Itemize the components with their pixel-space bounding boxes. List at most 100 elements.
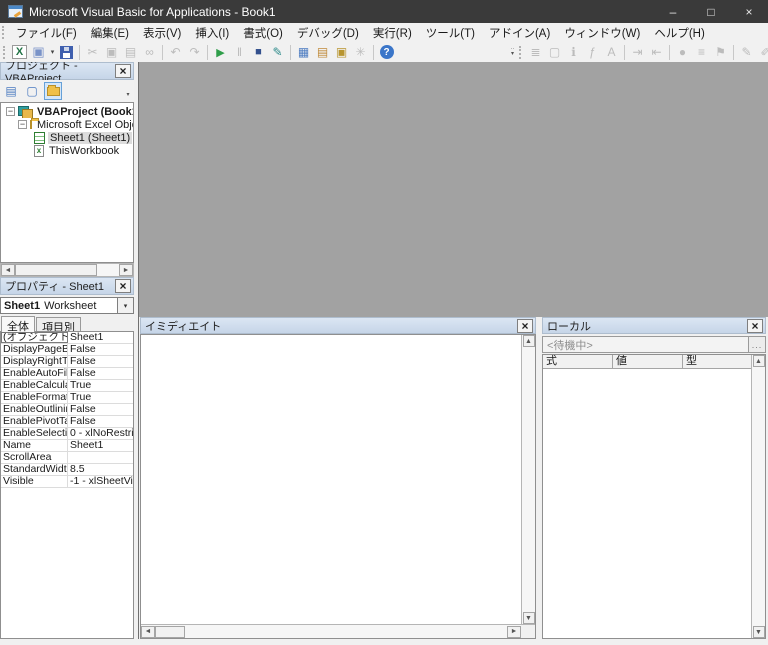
toggle-bookmark-button[interactable]: ⚑ [711, 43, 730, 61]
scroll-up-icon[interactable]: ▲ [522, 335, 535, 347]
property-name[interactable]: DisplayPageBreaks [1, 344, 68, 355]
tab-categorized[interactable]: 項目別 [36, 317, 81, 334]
property-name[interactable]: EnableFormatConditions [1, 392, 68, 403]
property-value[interactable]: Sheet1 [68, 332, 133, 343]
menu-edit[interactable]: 編集(E) [84, 23, 136, 43]
property-value[interactable]: True [68, 392, 133, 403]
scroll-down-icon[interactable]: ▼ [522, 612, 535, 624]
scroll-right-icon[interactable]: ► [119, 264, 133, 276]
chevron-down-icon[interactable]: ▾ [117, 298, 133, 313]
toolbox-button[interactable]: ✳ [351, 43, 370, 61]
find-button[interactable]: ∞ [140, 43, 159, 61]
menu-tools[interactable]: ツール(T) [419, 23, 482, 43]
break-button[interactable]: ‖ [230, 43, 249, 61]
redo-button[interactable]: ↷ [185, 43, 204, 61]
design-mode-button[interactable]: ✎ [268, 43, 287, 61]
call-stack-button[interactable]: ... [749, 336, 766, 353]
menubar-grip[interactable] [2, 26, 7, 39]
project-horizontal-scrollbar[interactable]: ◄ ► [0, 263, 134, 277]
scroll-left-icon[interactable]: ◄ [1, 264, 15, 276]
property-value[interactable] [68, 452, 133, 463]
next-bookmark-button[interactable]: ✐ [756, 43, 768, 61]
property-name[interactable]: Visible [1, 476, 68, 487]
property-value[interactable]: False [68, 368, 133, 379]
menu-run[interactable]: 実行(R) [366, 23, 419, 43]
copy-button[interactable]: ▣ [102, 43, 121, 61]
view-excel-button[interactable]: X [10, 43, 29, 61]
property-row[interactable]: EnableSelection0 - xlNoRestrictions [1, 428, 133, 440]
scrollbar-thumb[interactable] [15, 264, 97, 276]
outdent-button[interactable]: ⇤ [647, 43, 666, 61]
locals-close-button[interactable]: × [747, 318, 763, 333]
run-button[interactable]: ▶ [211, 43, 230, 61]
toolbar-grip[interactable] [3, 45, 8, 59]
help-button[interactable]: ? [377, 43, 396, 61]
property-row[interactable]: EnableOutliningFalse [1, 404, 133, 416]
scroll-right-icon[interactable]: ► [507, 625, 521, 638]
collapse-icon[interactable]: − [18, 120, 27, 129]
property-name[interactable]: Name [1, 440, 68, 451]
quick-info-button[interactable]: ℹ [564, 43, 583, 61]
scroll-left-icon[interactable]: ◄ [141, 625, 155, 638]
collapse-icon[interactable]: − [6, 107, 15, 116]
property-row[interactable]: ScrollArea [1, 452, 133, 464]
property-value[interactable]: -1 - xlSheetVisible [68, 476, 133, 487]
property-row[interactable]: DisplayPageBreaksFalse [1, 344, 133, 356]
property-name[interactable]: ScrollArea [1, 452, 68, 463]
tree-item-thisworkbook[interactable]: x ThisWorkbook [1, 144, 133, 157]
column-value[interactable]: 値 [613, 355, 683, 368]
toolbar-overflow-button[interactable]: ∙∙ ▾ [508, 43, 517, 61]
property-value[interactable]: False [68, 356, 133, 367]
property-name[interactable]: EnableOutlining [1, 404, 68, 415]
property-value[interactable]: False [68, 344, 133, 355]
toggle-breakpoint-button[interactable]: ● [673, 43, 692, 61]
property-row[interactable]: EnableFormatConditionsTrue [1, 392, 133, 404]
property-name[interactable]: DisplayRightToLeft [1, 356, 68, 367]
property-row[interactable]: DisplayRightToLeftFalse [1, 356, 133, 368]
tree-item-sheet1[interactable]: Sheet1 (Sheet1) [1, 131, 133, 144]
property-value[interactable]: 8.5 [68, 464, 133, 475]
indent-button[interactable]: ⇥ [628, 43, 647, 61]
object-browser-button[interactable]: ▣ [332, 43, 351, 61]
undo-button[interactable]: ↶ [166, 43, 185, 61]
close-button[interactable]: × [730, 0, 768, 23]
menu-addins[interactable]: アドイン(A) [482, 23, 557, 43]
menu-debug[interactable]: デバッグ(D) [290, 23, 366, 43]
property-value[interactable]: False [68, 416, 133, 427]
cut-button[interactable]: ✂ [83, 43, 102, 61]
save-button[interactable] [57, 43, 76, 61]
property-name[interactable]: StandardWidth [1, 464, 68, 475]
parameter-info-button[interactable]: ƒ [583, 43, 602, 61]
tab-alphabetic[interactable]: 全体 [1, 316, 35, 333]
property-row[interactable]: Visible-1 - xlSheetVisible [1, 476, 133, 488]
column-type[interactable]: 型 [683, 355, 751, 368]
menu-file[interactable]: ファイル(F) [9, 23, 84, 43]
maximize-button[interactable]: □ [692, 0, 730, 23]
tree-item-vbaproject[interactable]: − VBAProject (Book1) [1, 105, 133, 118]
uncomment-block-button[interactable]: ✎ [737, 43, 756, 61]
complete-word-button[interactable]: A [602, 43, 621, 61]
menu-insert[interactable]: 挿入(I) [188, 23, 236, 43]
scroll-up-icon[interactable]: ▲ [752, 355, 765, 367]
edit-toolbar-grip[interactable] [519, 45, 524, 59]
property-row[interactable]: Name Sheet1 [1, 440, 133, 452]
tree-item-excel-objects[interactable]: − Microsoft Excel Objects [1, 118, 133, 131]
property-row[interactable]: EnableCalculationTrue [1, 380, 133, 392]
locals-vertical-scrollbar[interactable]: ▲ ▼ [751, 355, 765, 638]
list-properties-button[interactable]: ≣ [526, 43, 545, 61]
properties-window-button[interactable]: ▤ [313, 43, 332, 61]
property-value[interactable]: 0 - xlNoRestrictions [68, 428, 133, 439]
reset-button[interactable]: ■ [249, 43, 268, 61]
property-row[interactable]: EnableAutoFilterFalse [1, 368, 133, 380]
property-value[interactable]: False [68, 404, 133, 415]
project-explorer-button[interactable]: ▦ [294, 43, 313, 61]
comment-block-button[interactable]: ≡ [692, 43, 711, 61]
menu-format[interactable]: 書式(O) [236, 23, 290, 43]
property-name[interactable]: EnableSelection [1, 428, 68, 439]
view-object-button[interactable]: ▢ [23, 82, 41, 100]
column-expression[interactable]: 式 [543, 355, 613, 368]
property-name[interactable]: EnableAutoFilter [1, 368, 68, 379]
project-toolbar-overflow[interactable]: ▾ [123, 82, 133, 100]
menu-view[interactable]: 表示(V) [136, 23, 188, 43]
minimize-button[interactable]: – [654, 0, 692, 23]
